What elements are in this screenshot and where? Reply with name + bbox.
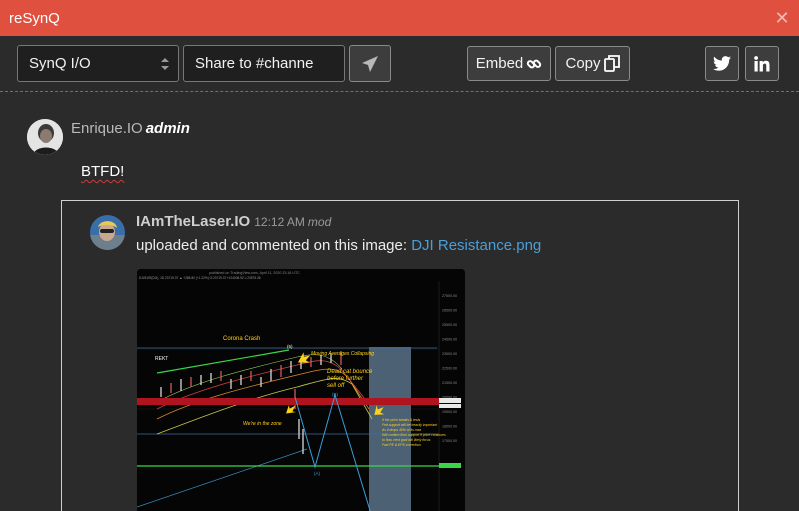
resistance-band [137, 398, 439, 405]
embed-image-link[interactable]: DJI Resistance.png [411, 237, 541, 254]
share-select-value: Share to #channe [195, 55, 314, 72]
paper-plane-icon [362, 55, 378, 72]
twitter-button[interactable] [705, 46, 739, 81]
embed-author: IAmTheLaser.IO 12:12 AM mod [136, 213, 331, 230]
send-button[interactable] [349, 45, 391, 82]
copy-button[interactable]: Copy [555, 46, 630, 81]
price-tick-label: 22500.00 [442, 367, 457, 371]
avatar[interactable] [27, 119, 63, 155]
price-tick-label: 24500.00 [442, 338, 457, 342]
chart-image-svg: published on TradingView.com, April 11, … [137, 269, 465, 511]
linkedin-button[interactable] [745, 46, 779, 81]
twitter-icon [713, 56, 731, 71]
chart-note-3: As it drops 40% of its max [381, 428, 422, 432]
embed-button[interactable]: Embed [467, 46, 551, 81]
chart-annotation-deadcat-1: Dead cat bounce [327, 369, 373, 375]
copy-icon [603, 55, 620, 72]
chart-annotation-rekt: REKT [155, 356, 168, 362]
embed-button-label: Embed [475, 55, 524, 72]
price-tick-label: 21500.00 [442, 381, 457, 385]
chart-note-1: If the price breaks & tests [382, 418, 421, 422]
chart-header: published on TradingView.com, April 11, … [209, 271, 300, 275]
author-name[interactable]: Enrique.IO [71, 120, 143, 137]
embed-author-name[interactable]: IAmTheLaser.IO [136, 213, 250, 230]
chart-note-6: Fwd PE & EPS correction [382, 443, 421, 447]
close-icon[interactable]: ✕ [773, 9, 791, 27]
chart-ticker: DJI/EUR(DJI), 1D 23719.37 ▲ +285.80 (+1.… [139, 276, 261, 280]
price-tick-label: 26500.00 [442, 309, 457, 313]
share-channel-select[interactable]: Share to #channe [183, 45, 345, 82]
chart-note-4: Will confirm floor support if price cont… [382, 433, 446, 437]
app-title: reSynQ [9, 9, 60, 27]
author-role: admin [145, 120, 190, 137]
link-icon [527, 59, 542, 68]
price-tick-label: 23500.00 [442, 352, 457, 356]
chart-annotation-deadcat-3: sell off [327, 383, 346, 389]
price-tick-label: 17500.00 [442, 439, 457, 443]
chart-annotation-deadcat-2: before further [327, 376, 364, 382]
chart-annotation-wave5: (5) [287, 344, 293, 349]
message-feed: Enrique.IO admin BTFD! IAmTheLaser.IO 12:1… [0, 93, 799, 511]
channel-select[interactable]: SynQ I/O [17, 45, 179, 82]
price-tick-label: 18500.00 [442, 425, 457, 429]
window-titlebar: reSynQ ✕ [0, 0, 799, 36]
chart-annotation-waveB: (B) [332, 392, 339, 397]
linkedin-icon [754, 55, 770, 71]
copy-button-label: Copy [565, 55, 601, 72]
embed-text-body: uploaded and commented on this image: [136, 237, 412, 254]
chart-note-2: Fed support will be heavily important [382, 423, 438, 427]
channel-select-value: SynQ I/O [29, 55, 91, 72]
embedded-message: IAmTheLaser.IO 12:12 AM mod uploaded and c… [61, 200, 739, 511]
price-tick-label: 19500.00 [442, 410, 457, 414]
select-caret-icon [161, 58, 169, 70]
embed-text: uploaded and commented on this image: DJ… [136, 237, 541, 254]
price-tick-label: 27500.00 [442, 294, 457, 298]
share-toolbar: SynQ I/O Share to #channe Embed Copy [0, 36, 799, 92]
embed-timestamp: 12:12 AM [254, 215, 305, 229]
chart-annotation-ma: Moving Averages Collapsing [311, 351, 374, 357]
embed-avatar[interactable] [90, 215, 125, 250]
chart-annotation-corona: Corona Crash [223, 336, 260, 342]
price-tick-label: 25500.00 [442, 323, 457, 327]
chart-annotation-waveA: (A) [314, 471, 321, 476]
message-text: BTFD! [81, 163, 125, 180]
embed-badge: mod [307, 215, 332, 229]
chart-annotation-zone: We're in the zone [243, 421, 282, 427]
chart-note-5: to flow, next goal will likely focus [382, 438, 431, 442]
message-author: Enrique.IO admin [71, 120, 190, 137]
embedded-chart-image[interactable]: published on TradingView.com, April 11, … [137, 269, 465, 511]
